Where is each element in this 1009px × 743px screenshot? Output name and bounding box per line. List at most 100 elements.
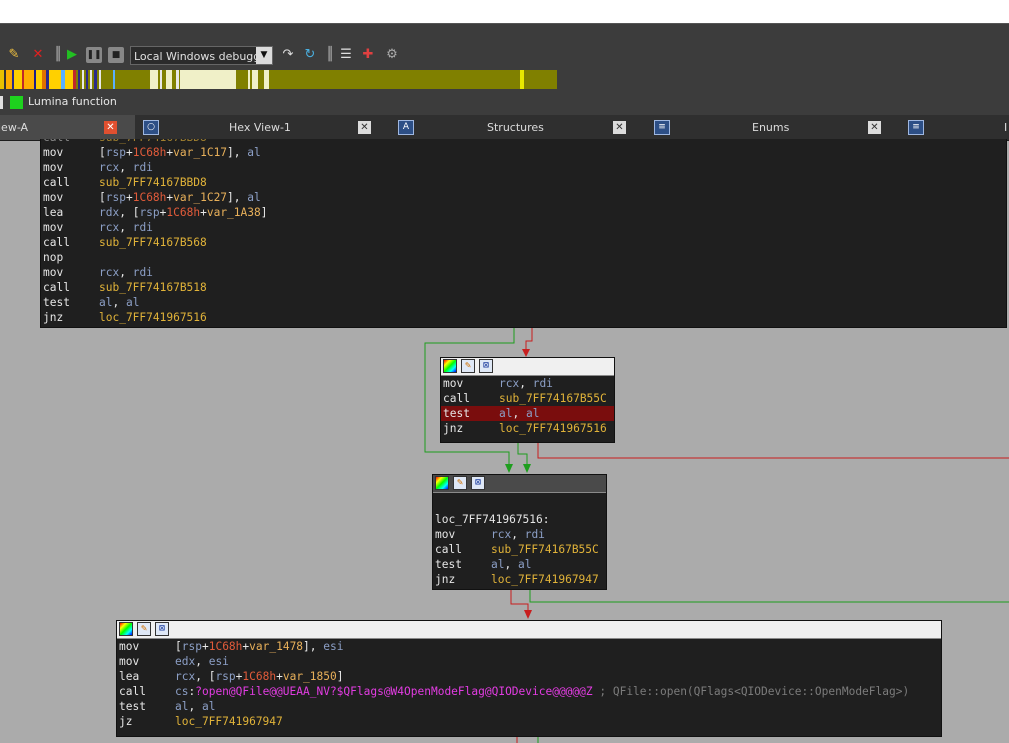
- asm-operands: rcx, rdi: [99, 161, 153, 174]
- edge-false: [525, 327, 533, 352]
- asm-line[interactable]: call sub_7FF74167BBD8: [41, 175, 1006, 190]
- asm-mnemonic: jnz: [43, 311, 64, 324]
- edge-false: [510, 589, 529, 612]
- asm-mnemonic: jnz: [443, 422, 464, 435]
- block2-lines: mov rcx, rdi call sub_7FF74167B55Ctest al, a…: [441, 376, 614, 436]
- asm-operands: [rsp+1C68h+var_1478], esi: [175, 640, 344, 653]
- asm-operands: [rsp+1C68h+var_1C17], al: [99, 146, 261, 159]
- asm-mnemonic: call: [119, 685, 146, 698]
- asm-mnemonic: test: [119, 700, 146, 713]
- edge-false: [537, 442, 1009, 459]
- asm-operands: rcx, rdi: [499, 377, 553, 390]
- edge-arrowhead: [505, 464, 513, 473]
- asm-operands: al, al: [491, 558, 532, 571]
- block3-header: ✎ ⊠: [433, 475, 606, 493]
- asm-line[interactable]: test al, al: [433, 557, 606, 572]
- color-node-icon[interactable]: [435, 476, 449, 490]
- asm-line[interactable]: mov [rsp+1C68h+var_1C27], al: [41, 190, 1006, 205]
- asm-line[interactable]: mov rcx, rdi: [441, 376, 614, 391]
- asm-line[interactable]: nop: [41, 250, 1006, 265]
- asm-line[interactable]: jz loc_7FF741967947: [117, 714, 941, 729]
- asm-line[interactable]: call sub_7FF74167B55C: [441, 391, 614, 406]
- asm-line[interactable]: call sub_7FF74167B518: [41, 280, 1006, 295]
- group-nodes-icon[interactable]: ⊠: [155, 622, 169, 636]
- asm-mnemonic: jz: [119, 715, 133, 728]
- block1-lines: mov [rsp+1C68h+var_1C17], al mov rcx, rdi ca…: [41, 145, 1006, 325]
- asm-operands: al, al: [99, 296, 140, 309]
- asm-operands: al, al: [499, 407, 540, 420]
- edge-arrowhead: [523, 464, 531, 473]
- rename-node-icon[interactable]: ✎: [137, 622, 151, 636]
- rename-node-icon[interactable]: ✎: [461, 359, 475, 373]
- asm-mnemonic: mov: [119, 655, 140, 668]
- asm-line[interactable]: jnz loc_7FF741967516: [41, 310, 1006, 325]
- edge-true: [517, 442, 528, 466]
- asm-operands: rcx, rdi: [491, 528, 545, 541]
- asm-mnemonic: mov: [43, 161, 64, 174]
- asm-operands: loc_7FF741967947: [175, 715, 283, 728]
- asm-operands: rcx, [rsp+1C68h+var_1850]: [175, 670, 344, 683]
- asm-mnemonic: mov: [43, 266, 64, 279]
- asm-line[interactable]: mov rcx, rdi: [41, 220, 1006, 235]
- block4-lines: mov [rsp+1C68h+var_1478], esi mov edx, esi l…: [117, 639, 941, 729]
- asm-mnemonic: test: [443, 407, 470, 420]
- asm-operands: cs:?open@QFile@@UEAA_NV?$QFlags@W4OpenMo…: [175, 685, 910, 698]
- asm-operands: sub_7FF74167BBD8: [99, 176, 207, 189]
- asm-line[interactable]: mov edx, esi: [117, 654, 941, 669]
- asm-line[interactable]: jnz loc_7FF741967947: [433, 572, 606, 587]
- asm-line[interactable]: call sub_7FF74167B55C: [433, 542, 606, 557]
- asm-mnemonic: call: [43, 176, 70, 189]
- rename-node-icon[interactable]: ✎: [453, 476, 467, 490]
- asm-mnemonic: mov: [435, 528, 456, 541]
- color-node-icon[interactable]: [119, 622, 133, 636]
- asm-mnemonic: nop: [43, 251, 64, 264]
- asm-line[interactable]: jnz loc_7FF741967516: [441, 421, 614, 436]
- asm-line[interactable]: mov rcx, rdi: [41, 160, 1006, 175]
- asm-operands: rdx, [rsp+1C68h+var_1A38]: [99, 206, 268, 219]
- asm-mnemonic: test: [43, 296, 70, 309]
- asm-line[interactable]: call sub_7FF74167B568: [41, 235, 1006, 250]
- asm-mnemonic: jnz: [435, 573, 456, 586]
- block3-label: loc_7FF741967516:: [435, 513, 550, 526]
- group-nodes-icon[interactable]: ⊠: [479, 359, 493, 373]
- asm-mnemonic: mov: [43, 191, 64, 204]
- graph-node-block1[interactable]: call sub_7FF74167BBD8 mov [rsp+1C68h+var_1…: [40, 139, 1007, 328]
- asm-mnemonic: mov: [43, 221, 64, 234]
- asm-mnemonic: mov: [119, 640, 140, 653]
- asm-line[interactable]: test al, al: [117, 699, 941, 714]
- graph-node-block2[interactable]: ✎ ⊠ mov rcx, rdi call sub_7FF74167B55Ctest a…: [440, 357, 615, 443]
- asm-line[interactable]: mov rcx, rdi: [433, 527, 606, 542]
- asm-line[interactable]: mov [rsp+1C68h+var_1C17], al: [41, 145, 1006, 160]
- asm-line[interactable]: lea rcx, [rsp+1C68h+var_1850]: [117, 669, 941, 684]
- asm-line[interactable]: mov [rsp+1C68h+var_1478], esi: [117, 639, 941, 654]
- group-nodes-icon[interactable]: ⊠: [471, 476, 485, 490]
- block3-spacer: [433, 493, 606, 512]
- asm-operands: loc_7FF741967947: [491, 573, 599, 586]
- asm-line[interactable]: mov rcx, rdi: [41, 265, 1006, 280]
- asm-mnemonic: test: [435, 558, 462, 571]
- asm-line[interactable]: test al, al: [41, 295, 1006, 310]
- graph-node-block4[interactable]: ✎ ⊠ mov [rsp+1C68h+var_1478], esi mov edx, …: [116, 620, 942, 737]
- asm-operands: sub_7FF74167B55C: [499, 392, 607, 405]
- color-node-icon[interactable]: [443, 359, 457, 373]
- edge-arrowhead: [524, 610, 532, 619]
- asm-line[interactable]: call cs:?open@QFile@@UEAA_NV?$QFlags@W4Op…: [117, 684, 941, 699]
- asm-operands: rcx, rdi: [99, 221, 153, 234]
- edge-arrowhead: [522, 349, 530, 357]
- asm-line[interactable]: lea rdx, [rsp+1C68h+var_1A38]: [41, 205, 1006, 220]
- asm-mnemonic: lea: [119, 670, 140, 683]
- asm-mnemonic: call: [435, 543, 462, 556]
- asm-line[interactable]: test al, al: [441, 406, 614, 421]
- asm-operands: edx, esi: [175, 655, 229, 668]
- block3-lines: mov rcx, rdi call sub_7FF74167B55Ctest al, a…: [433, 527, 606, 587]
- asm-operands: sub_7FF74167B55C: [491, 543, 599, 556]
- asm-mnemonic: call: [443, 392, 470, 405]
- asm-comment: ; QFile::open(QFlags<QIODevice::OpenMode…: [592, 685, 910, 698]
- asm-mnemonic: mov: [443, 377, 464, 390]
- asm-mnemonic: mov: [43, 146, 64, 159]
- asm-operands: sub_7FF74167B568: [99, 236, 207, 249]
- asm-operands: loc_7FF741967516: [99, 311, 207, 324]
- block4-header: ✎ ⊠: [117, 621, 941, 639]
- asm-mnemonic: lea: [43, 206, 64, 219]
- graph-node-block3[interactable]: ✎ ⊠ loc_7FF741967516: mov rcx, rdi call sub…: [432, 474, 607, 590]
